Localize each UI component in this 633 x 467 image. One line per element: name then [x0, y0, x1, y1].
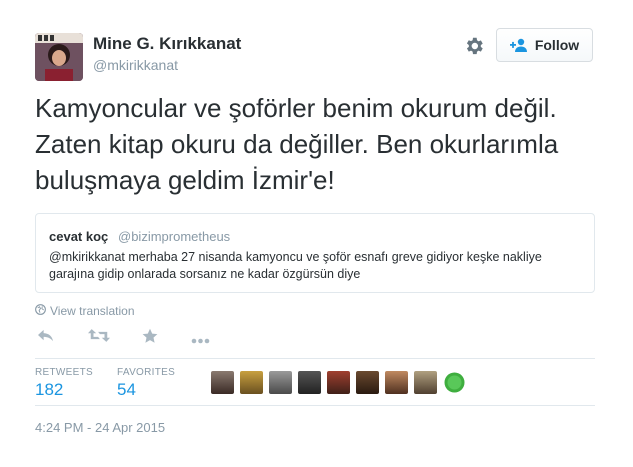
view-translation-label: View translation	[50, 304, 135, 318]
favoriter-avatar[interactable]	[414, 371, 437, 394]
user-name[interactable]: Mine G. Kırıkkanat	[93, 34, 241, 54]
quoted-user-name: cevat koç	[49, 229, 109, 244]
favoriter-avatar[interactable]	[269, 371, 292, 394]
tweet-timestamp[interactable]: 4:24 PM - 24 Apr 2015	[35, 420, 165, 435]
avatar[interactable]	[35, 33, 83, 81]
favorites-label: FAVORITES	[117, 367, 176, 378]
tweet-text: Kamyoncular ve şoförler benim okurum değ…	[35, 93, 559, 195]
favorited-by-avatars	[211, 371, 472, 394]
retweet-icon[interactable]	[88, 328, 110, 348]
favoriter-avatar[interactable]	[211, 371, 234, 394]
favoriter-avatar[interactable]	[356, 371, 379, 394]
divider	[35, 405, 595, 406]
favoriter-avatar[interactable]	[298, 371, 321, 394]
follow-label: Follow	[534, 37, 580, 53]
quoted-tweet-text: @mkirikkanat merhaba 27 nisanda kamyoncu…	[49, 250, 542, 281]
favoriter-avatar[interactable]	[240, 371, 263, 394]
favoriter-avatar[interactable]	[327, 371, 350, 394]
more-icon[interactable]	[191, 332, 210, 350]
quoted-tweet[interactable]: cevat koç @bizimprometheus @mkirikkanat …	[35, 213, 595, 293]
favoriter-avatar[interactable]	[385, 371, 408, 394]
globe-icon	[35, 304, 50, 318]
favoriter-avatar[interactable]	[443, 371, 466, 394]
retweets-count[interactable]: 182	[35, 380, 63, 400]
retweets-label: RETWEETS	[35, 367, 93, 378]
follow-button[interactable]: Follow	[496, 28, 593, 62]
reply-icon[interactable]	[37, 328, 54, 348]
divider	[35, 358, 595, 359]
user-handle[interactable]: @mkirikkanat	[93, 57, 178, 73]
favorites-count[interactable]: 54	[117, 380, 136, 400]
add-user-icon	[509, 38, 528, 52]
quoted-user-handle: @bizimprometheus	[118, 229, 231, 244]
gear-icon[interactable]	[463, 35, 485, 57]
favorite-icon[interactable]	[142, 328, 158, 349]
view-translation-link[interactable]: View translation	[35, 304, 135, 318]
